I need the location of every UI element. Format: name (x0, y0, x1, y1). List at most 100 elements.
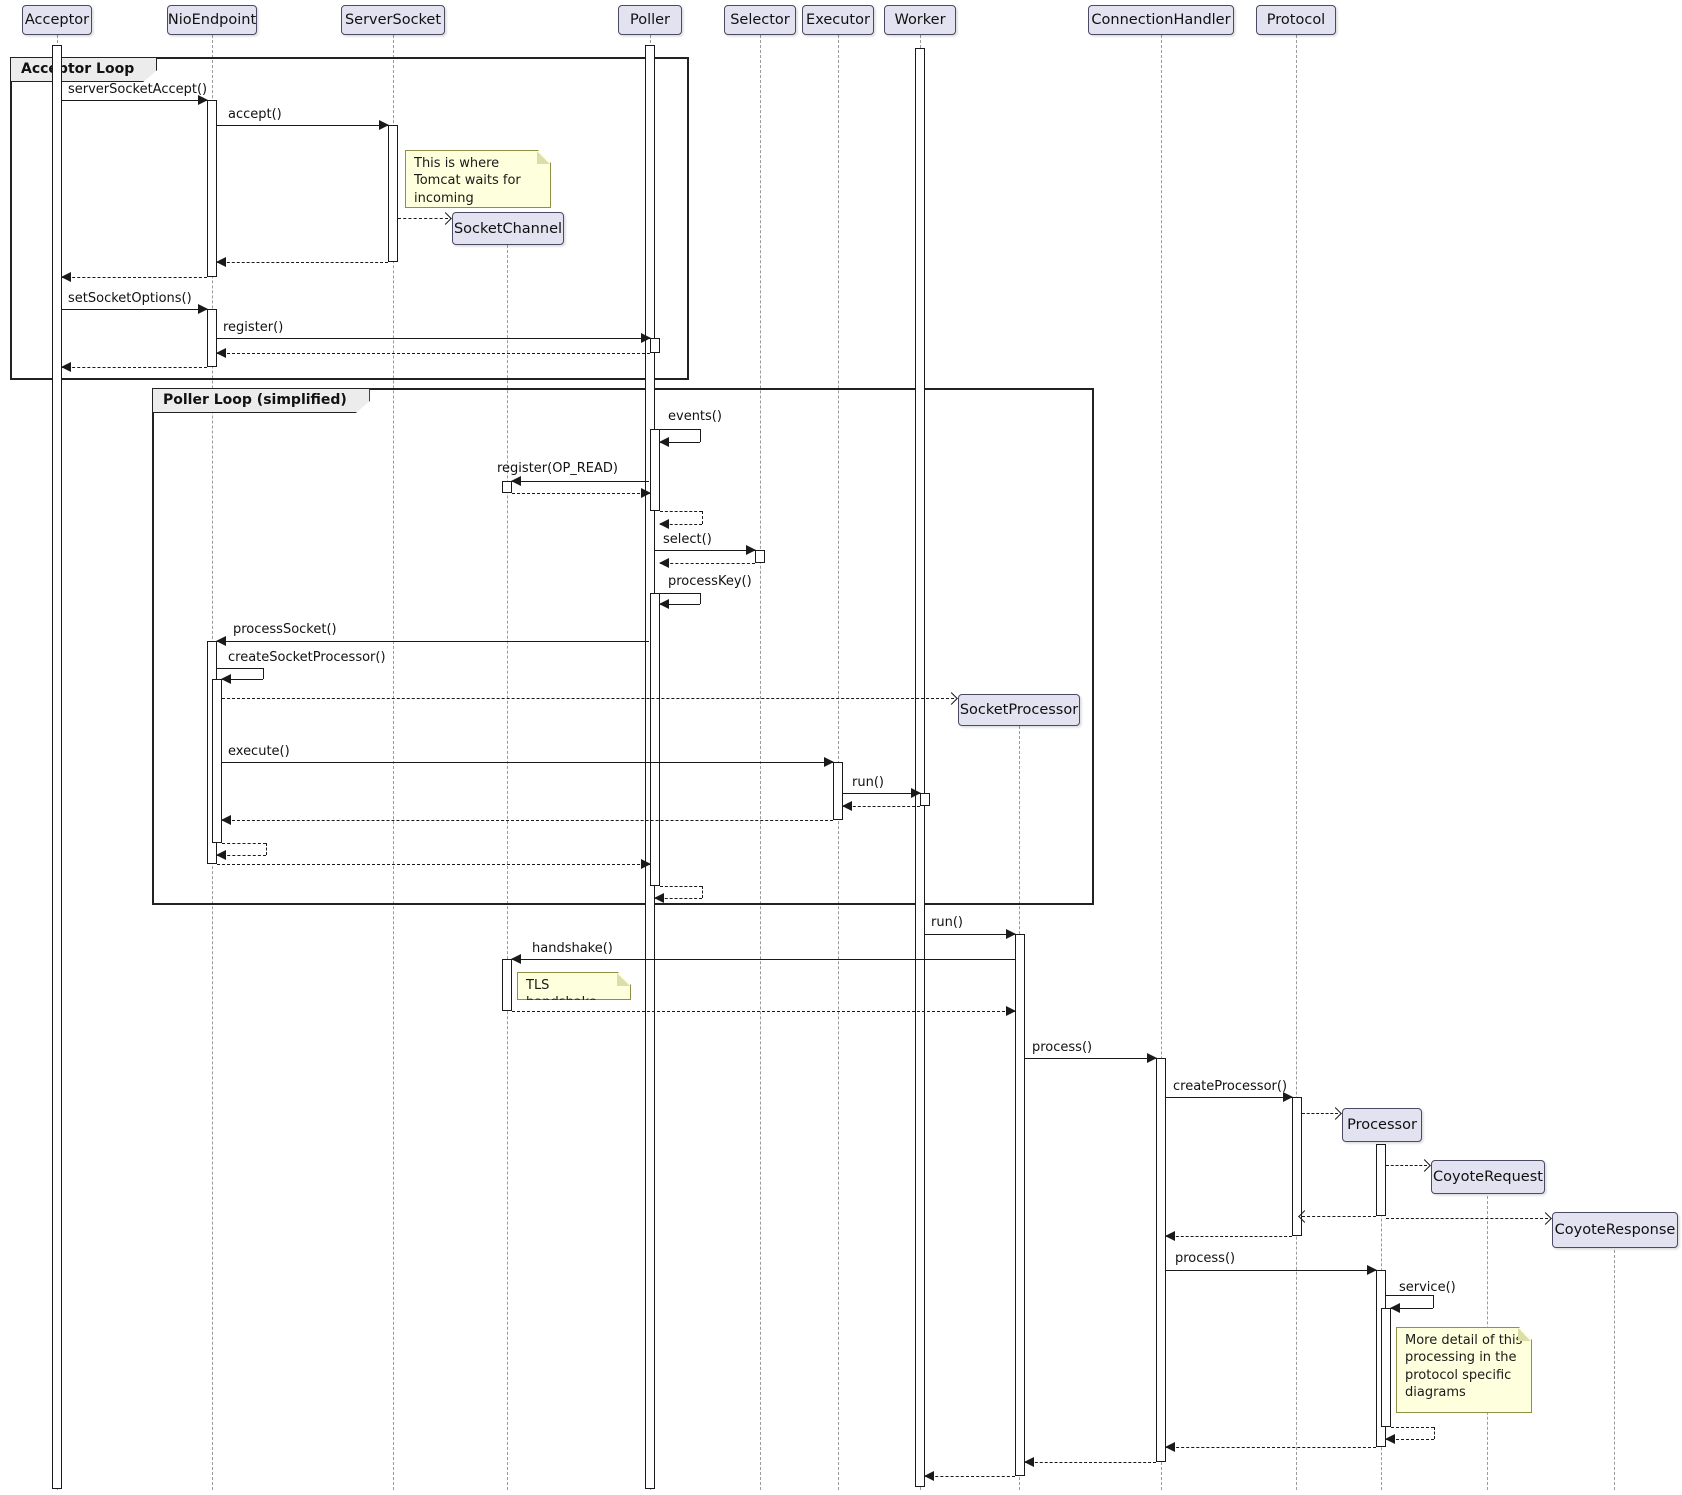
arrow-process-2 (1166, 1270, 1376, 1271)
arrow-execute (222, 762, 833, 763)
arrow-select (655, 550, 755, 551)
activation-selector (755, 550, 765, 563)
arrow-create-socket-processor-back (222, 679, 263, 680)
message-label-process-2: process() (1175, 1251, 1235, 1266)
sequence-diagram: Acceptor Loop Poller Loop (simplified) (0, 0, 1682, 1495)
return-processor-to-protocol (1302, 1216, 1376, 1217)
participant-nio-endpoint: NioEndpoint (167, 5, 257, 35)
arrow-events-vertical (700, 429, 701, 442)
message-label-accept: accept() (228, 107, 282, 122)
return-run-worker (843, 806, 920, 807)
return-accept (217, 262, 388, 263)
activation-poller-register (650, 338, 660, 353)
self-return-processor-back (1386, 1439, 1434, 1440)
frame-acceptor-loop (10, 57, 689, 380)
participant-selector: Selector (724, 5, 796, 35)
arrow-service-out (1386, 1295, 1433, 1296)
participant-socket-processor: SocketProcessor (958, 694, 1080, 726)
participant-server-socket: ServerSocket (341, 5, 445, 35)
message-label-process-socket: processSocket() (233, 622, 337, 637)
message-label-service: service() (1399, 1280, 1456, 1295)
message-label-events: events() (668, 409, 722, 424)
participant-socket-channel: SocketChannel (452, 212, 564, 245)
self-return-processor-vertical (1434, 1427, 1435, 1439)
self-return-poller-1-vertical (702, 511, 703, 524)
arrow-server-socket-accept (62, 100, 207, 101)
note-protocol-detail: More detail of this processing in the pr… (1396, 1327, 1532, 1413)
create-coyote-response (1386, 1218, 1548, 1219)
create-processor-instance (1302, 1113, 1338, 1114)
activation-poller-processkey (650, 593, 660, 886)
activation-worker-run (920, 793, 930, 806)
arrow-process-key-vertical (700, 593, 701, 604)
activation-acceptor (52, 45, 62, 1489)
lifeline-protocol (1296, 35, 1297, 1490)
message-label-register: register() (223, 320, 283, 335)
arrow-process-1 (1025, 1058, 1156, 1059)
message-label-run-1: run() (852, 775, 884, 790)
self-return-poller-2-out (660, 886, 702, 887)
arrow-service-back (1391, 1308, 1433, 1309)
return-run-socket-processor (925, 1476, 1015, 1477)
message-label-create-processor: createProcessor() (1173, 1079, 1287, 1094)
return-select (660, 563, 755, 564)
participant-poller: Poller (618, 5, 682, 35)
message-label-handshake: handshake() (532, 941, 613, 956)
note-tls-handshake: TLS handshake (517, 972, 631, 1000)
self-return-nio-endpoint-vertical (266, 843, 267, 855)
participant-executor: Executor (802, 5, 874, 35)
return-process-2 (1166, 1447, 1376, 1448)
arrow-run-worker-socket-processor (925, 934, 1015, 935)
participant-acceptor: Acceptor (22, 5, 92, 35)
return-set-socket-options (62, 367, 207, 368)
message-label-select: select() (663, 532, 712, 547)
participant-processor: Processor (1342, 1108, 1422, 1142)
arrow-events-back (660, 442, 700, 443)
self-return-poller-2-vertical (702, 886, 703, 898)
frame-poller-loop (152, 388, 1094, 905)
activation-server-socket (388, 125, 398, 262)
self-return-processor-out (1391, 1427, 1434, 1428)
arrow-process-socket (217, 641, 649, 642)
message-label-run-2: run() (931, 915, 963, 930)
arrow-register-op-read (512, 481, 649, 482)
arrow-process-key-out (655, 593, 700, 594)
arrow-create-socket-processor-vertical (263, 668, 264, 679)
return-register-op-read (512, 493, 650, 494)
lifeline-coyote-response (1614, 1250, 1615, 1490)
activation-processor-create (1376, 1144, 1386, 1216)
participant-coyote-request: CoyoteRequest (1431, 1160, 1545, 1194)
message-label-process-1: process() (1032, 1040, 1092, 1055)
self-return-nio-endpoint-out (222, 843, 266, 844)
activation-socket-processor (1015, 934, 1025, 1476)
arrow-set-socket-options (62, 309, 207, 310)
participant-protocol: Protocol (1256, 5, 1336, 35)
arrow-create-processor (1166, 1097, 1292, 1098)
create-socket-channel (398, 218, 448, 219)
activation-worker-main (915, 48, 925, 1487)
arrow-run-executor-worker (843, 793, 920, 794)
message-label-execute: execute() (228, 744, 290, 759)
return-register (217, 353, 650, 354)
message-label-register-op-read: register(OP_READ) (497, 461, 618, 476)
frame-label-acceptor-loop: Acceptor Loop (10, 57, 157, 82)
activation-nio-endpoint-1 (207, 100, 217, 277)
create-socket-processor (222, 698, 954, 699)
message-label-server-socket-accept: serverSocketAccept() (68, 82, 207, 97)
arrow-register (217, 338, 650, 339)
activation-connection-handler (1156, 1058, 1166, 1462)
self-return-poller-1-out (660, 511, 702, 512)
activation-processor-service (1381, 1308, 1391, 1427)
participant-connection-handler: ConnectionHandler (1088, 5, 1234, 35)
message-label-set-socket-options: setSocketOptions() (68, 291, 192, 306)
frame-label-poller-loop: Poller Loop (simplified) (152, 388, 370, 413)
activation-socket-channel-handshake (502, 959, 512, 1011)
self-return-poller-1-back (660, 524, 702, 525)
arrow-service-vertical (1433, 1295, 1434, 1308)
participant-worker: Worker (884, 5, 956, 35)
create-coyote-request (1386, 1165, 1427, 1166)
self-return-nio-endpoint-back (217, 855, 266, 856)
return-create-processor (1166, 1236, 1292, 1237)
arrow-process-key-back (660, 604, 700, 605)
message-label-process-key: processKey() (668, 574, 752, 589)
